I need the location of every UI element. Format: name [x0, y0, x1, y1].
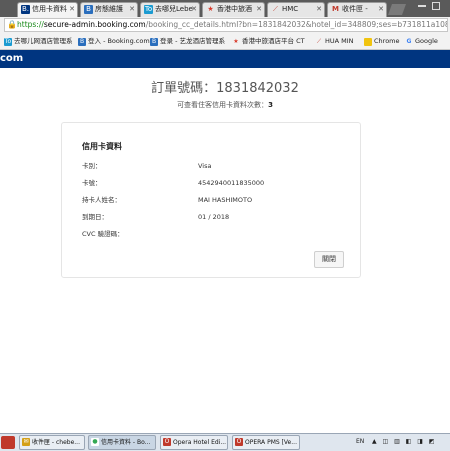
browser-tab-2[interactable]: B 房態維護 ✕ [80, 2, 138, 17]
tab-label: 房態維護 [95, 5, 123, 13]
booking-favicon-icon: B [84, 5, 93, 14]
cvc-row: CVC 驗證碼： [82, 229, 342, 239]
card-number-value: 4542940011835000 [198, 179, 265, 187]
view-count-value: 3 [268, 101, 273, 109]
lock-icon: 🔒 [7, 20, 17, 29]
opera-icon: O [163, 438, 171, 446]
url-scheme: https:// [17, 20, 44, 29]
bookmark-label: HUA MIN [325, 37, 354, 45]
booking-icon: B [150, 38, 158, 46]
gmail-favicon-icon: M [332, 5, 339, 13]
credit-card-panel: 信用卡資料 卡別： Visa 卡號： 4542940011835000 持卡人姓… [61, 122, 361, 278]
card-number-row: 卡號： 4542940011835000 [82, 178, 342, 188]
bookmark-ctshk[interactable]: ★ 香港中旅酒店平台 CT [232, 34, 305, 49]
browser-tab-6[interactable]: M 收件匣 - ✕ [327, 2, 387, 17]
taskbar-label: 信用卡資料 - Bo... [101, 439, 151, 446]
cardholder-row: 持卡人姓名： MAI HASHIMOTO [82, 195, 342, 205]
tab-label: 去哪兒Lebe [155, 5, 193, 13]
opera-icon: O [235, 438, 243, 446]
booking-icon: B [78, 38, 86, 46]
close-icon[interactable]: ✕ [316, 3, 322, 16]
browser-tab-1[interactable]: B. 信用卡資料 ✕ [17, 2, 78, 17]
hmc-icon: ⟋ [316, 38, 322, 45]
qunar-favicon-icon: To [144, 5, 153, 14]
card-heading: 信用卡資料 [82, 142, 122, 151]
close-icon[interactable]: ✕ [256, 3, 262, 16]
google-icon: G [406, 38, 412, 45]
card-type-label: 卡別： [82, 162, 102, 170]
bookmarks-bar: To 去哪儿网酒店管理系 B 登入 - Booking.com B 登录 - 艺… [0, 34, 450, 50]
bookmark-label: 登入 - Booking.com [88, 37, 150, 45]
url-path: /booking_cc_details.html?bn=1831842032&h… [145, 20, 447, 29]
browser-tab-4[interactable]: ★ 香港中旅酒 ✕ [202, 2, 265, 17]
card-number-label: 卡號： [82, 179, 102, 187]
expiry-row: 到期日： 01 / 2018 [82, 212, 342, 222]
taskbar-item-chrome[interactable]: ● 信用卡資料 - Bo... [88, 435, 156, 450]
cvc-label: CVC 驗證碼： [82, 230, 124, 238]
window-minimize-button[interactable] [418, 5, 426, 7]
star-favicon-icon: ★ [207, 5, 214, 13]
close-icon[interactable]: ✕ [129, 3, 135, 16]
site-logo[interactable]: com [0, 52, 23, 66]
taskbar: ✉ 收件匣 - chebe... ● 信用卡資料 - Bo... O Opera… [0, 433, 450, 451]
tab-label: 收件匣 - [342, 5, 368, 13]
bookmark-hua-min[interactable]: ⟋ HUA MIN [315, 34, 354, 49]
bookmark-label: Google [415, 37, 438, 45]
booking-favicon-icon: B. [21, 5, 30, 14]
taskbar-label: Opera Hotel Edi... [173, 439, 227, 446]
url-host: secure-admin.booking.com [43, 20, 146, 29]
cardholder-label: 持卡人姓名： [82, 196, 121, 204]
qunar-icon: To [4, 38, 12, 46]
browser-tab-5[interactable]: ⟋ HMC ✕ [267, 2, 325, 17]
browser-tab-strip: B. 信用卡資料 ✕ B 房態維護 ✕ To 去哪兒Lebe ✕ ★ 香港中旅酒… [0, 0, 450, 17]
tab-label: 香港中旅酒 [217, 5, 252, 13]
bookmark-label: 登录 - 艺龙酒店管理系 [160, 37, 225, 45]
site-header: com [0, 50, 450, 68]
taskbar-label: 收件匣 - chebe... [32, 439, 80, 446]
chrome-icon: ● [91, 438, 99, 446]
folder-icon [364, 38, 372, 46]
expiry-label: 到期日： [82, 213, 108, 221]
bookmark-label: Chrome [374, 37, 400, 45]
address-bar: 🔒 https://secure-admin.booking.com/booki… [0, 17, 450, 35]
hmc-favicon-icon: ⟋ [273, 5, 278, 13]
taskbar-item-opera-hotel[interactable]: O Opera Hotel Edi... [160, 435, 228, 450]
bookmark-google[interactable]: G Google [405, 34, 438, 49]
bookmark-chrome[interactable]: Chrome [364, 34, 400, 49]
view-count-label: 可查看住客信用卡資料次數： [177, 101, 269, 109]
tab-label: HMC [282, 5, 299, 13]
card-type-value: Visa [198, 162, 212, 170]
bookmark-label: 香港中旅酒店平台 CT [242, 37, 305, 45]
close-icon[interactable]: ✕ [69, 3, 75, 16]
star-icon: ★ [233, 38, 239, 45]
taskbar-label: OPERA PMS [Ve... [245, 439, 297, 446]
bookmark-booking-login[interactable]: B 登入 - Booking.com [78, 34, 150, 49]
bookmark-elong[interactable]: B 登录 - 艺龙酒店管理系 [150, 34, 225, 49]
new-tab-button[interactable] [387, 4, 407, 15]
view-count-text: 可查看住客信用卡資料次數：3 [0, 100, 450, 110]
language-indicator[interactable]: EN [356, 437, 364, 447]
page-title: 訂單號碼：1831842032 [151, 81, 299, 96]
window-maximize-button[interactable] [432, 2, 440, 10]
close-icon[interactable]: ✕ [378, 3, 384, 16]
close-button[interactable]: 關閉 [314, 251, 344, 268]
taskbar-item-opera-pms[interactable]: O OPERA PMS [Ve... [232, 435, 300, 450]
cardholder-value: MAI HASHIMOTO [198, 196, 253, 204]
browser-tab-3[interactable]: To 去哪兒Lebe ✕ [140, 2, 200, 17]
bookmark-label: 去哪儿网酒店管理系 [14, 37, 73, 45]
url-input[interactable]: 🔒 https://secure-admin.booking.com/booki… [4, 18, 448, 32]
start-button[interactable] [1, 436, 15, 449]
taskbar-item-outlook[interactable]: ✉ 收件匣 - chebe... [19, 435, 85, 450]
card-type-row: 卡別： Visa [82, 161, 342, 171]
tray-icons[interactable]: ▲ ◫ ▥ ◧ ◨ ◩ [372, 437, 437, 447]
tab-label: 信用卡資料 [32, 5, 67, 13]
bookmark-qunar[interactable]: To 去哪儿网酒店管理系 [4, 34, 73, 49]
expiry-value: 01 / 2018 [198, 213, 230, 221]
close-icon[interactable]: ✕ [191, 3, 197, 16]
outlook-icon: ✉ [22, 438, 30, 446]
